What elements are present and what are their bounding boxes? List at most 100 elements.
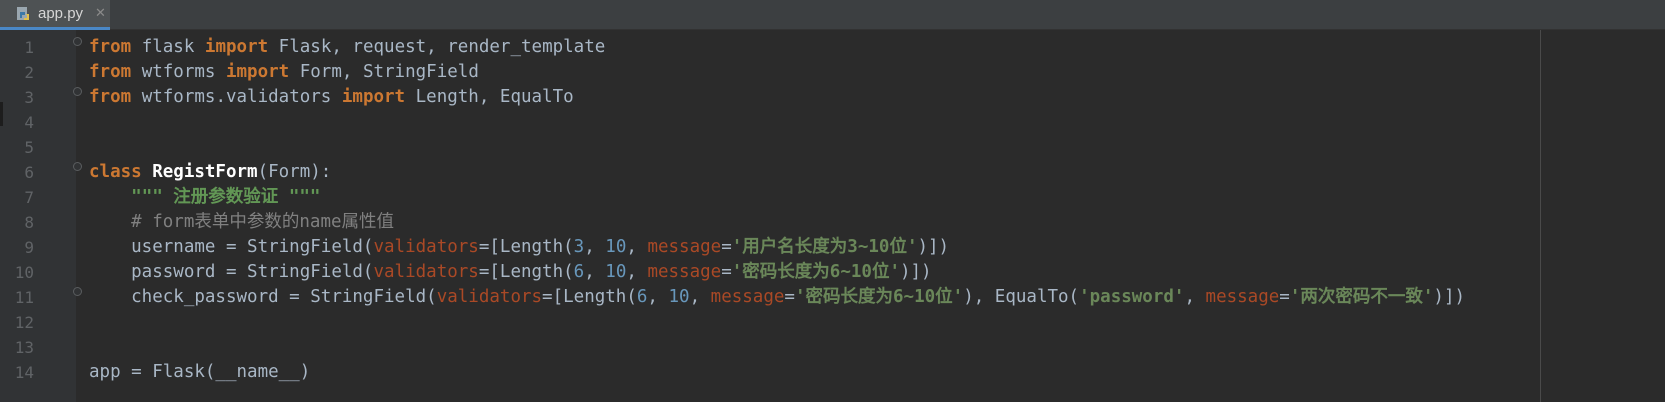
- code-token: =: [1279, 287, 1290, 307]
- line-number: 2: [24, 63, 34, 82]
- code-token: message: [1205, 287, 1280, 307]
- code-token: validators: [373, 237, 479, 257]
- close-icon[interactable]: ✕: [95, 6, 106, 21]
- code-token: # form表单中参数的name属性值: [131, 212, 395, 232]
- code-token: '密码长度为6~10位': [794, 287, 964, 307]
- code-line[interactable]: 8 # form表单中参数的name属性值: [0, 210, 1665, 235]
- code-text: # form表单中参数的name属性值: [89, 210, 394, 235]
- code-text: from flask import Flask, request, render…: [89, 35, 605, 60]
- fold-marker-icon[interactable]: [73, 87, 82, 96]
- code-text: app = Flask(__name__): [89, 360, 310, 385]
- code-editor[interactable]: 1 from flask import Flask, request, rende…: [0, 30, 1665, 402]
- line-number: 12: [14, 313, 34, 332]
- line-number: 11: [14, 288, 34, 307]
- code-line[interactable]: 7 """ 注册参数验证 """: [0, 185, 1665, 210]
- line-number: 14: [14, 363, 34, 382]
- code-line[interactable]: 13: [0, 335, 1665, 360]
- code-token: ,: [689, 287, 711, 307]
- tab-app-py[interactable]: app.py ✕: [0, 0, 110, 30]
- code-line[interactable]: 14 app = Flask(__name__): [0, 360, 1665, 385]
- code-token: ,: [1184, 287, 1206, 307]
- line-number: 5: [24, 138, 34, 157]
- code-token: from: [89, 87, 132, 107]
- code-text: check_password = StringField(validators=…: [89, 285, 1465, 310]
- code-token: message: [647, 262, 722, 282]
- code-token: flask: [131, 37, 205, 57]
- code-token: =: [784, 287, 795, 307]
- code-token: 3: [573, 237, 585, 257]
- code-token: class: [89, 162, 153, 182]
- code-token: validators: [436, 287, 543, 307]
- code-token: import: [204, 37, 269, 57]
- code-token: )]): [899, 262, 932, 282]
- code-token: ), EqualTo(: [963, 287, 1080, 307]
- code-token: """ 注册参数验证 """: [131, 187, 321, 207]
- line-number: 8: [24, 213, 34, 232]
- code-token: 6: [573, 262, 585, 282]
- code-line[interactable]: 10 password = StringField(validators=[Le…: [0, 260, 1665, 285]
- code-line[interactable]: 1 from flask import Flask, request, rende…: [0, 35, 1665, 60]
- code-token: =[Length(: [478, 237, 574, 257]
- code-token: )]): [917, 237, 950, 257]
- code-text: username = StringField(validators=[Lengt…: [89, 235, 949, 260]
- code-token: ,: [647, 287, 669, 307]
- code-token: ,: [626, 262, 648, 282]
- code-token: Flask, request, render_template: [268, 37, 606, 57]
- fold-marker-icon[interactable]: [73, 162, 82, 171]
- line-number: 10: [14, 263, 34, 282]
- line-number: 9: [24, 238, 34, 257]
- code-line[interactable]: 2 from wtforms import Form, StringField: [0, 60, 1665, 85]
- code-token: wtforms.validators: [131, 87, 342, 107]
- fold-marker-icon[interactable]: [73, 37, 82, 46]
- code-line[interactable]: 4: [0, 110, 1665, 135]
- tab-title: app.py: [38, 5, 84, 22]
- code-token: from: [89, 37, 132, 57]
- code-token: =: [721, 262, 732, 282]
- code-text: password = StringField(validators=[Lengt…: [89, 260, 932, 285]
- code-token: ,: [584, 262, 606, 282]
- code-token: import: [225, 62, 290, 82]
- code-token: password = StringField(: [89, 262, 374, 282]
- code-token: message: [647, 237, 722, 257]
- code-text: from wtforms import Form, StringField: [89, 60, 479, 85]
- code-line[interactable]: 11 check_password = StringField(validato…: [0, 285, 1665, 310]
- line-number: 13: [14, 338, 34, 357]
- code-token: =[Length(: [542, 287, 637, 307]
- code-text: from wtforms.validators import Length, E…: [89, 85, 574, 110]
- code-token: 10: [605, 262, 627, 282]
- line-number: 1: [24, 38, 34, 57]
- code-token: 6: [636, 287, 648, 307]
- code-token: Length, EqualTo: [405, 87, 574, 107]
- code-text: class RegistForm(Form):: [89, 160, 331, 185]
- code-token: 10: [668, 287, 690, 307]
- code-token: app = Flask(__name__): [89, 362, 311, 382]
- code-token: from: [89, 62, 132, 82]
- code-token: '两次密码不一致': [1289, 287, 1434, 307]
- code-token: message: [710, 287, 785, 307]
- code-token: 'password': [1079, 287, 1185, 307]
- code-line[interactable]: 5: [0, 135, 1665, 160]
- line-number: 6: [24, 163, 34, 182]
- fold-marker-icon[interactable]: [73, 287, 82, 296]
- code-text: """ 注册参数验证 """: [89, 185, 320, 210]
- editor-tab-bar: app.py ✕: [0, 0, 1665, 30]
- python-file-icon: [16, 6, 32, 22]
- code-token: '密码长度为6~10位': [731, 262, 900, 282]
- code-token: '用户名长度为3~10位': [731, 237, 918, 257]
- code-token: 10: [605, 237, 627, 257]
- code-token: =: [721, 237, 732, 257]
- code-line[interactable]: 12: [0, 310, 1665, 335]
- code-token: check_password = StringField(: [89, 287, 437, 307]
- code-token: RegistForm: [152, 162, 258, 182]
- line-number: 4: [24, 113, 34, 132]
- code-token: =[Length(: [478, 262, 574, 282]
- code-line[interactable]: 6 class RegistForm(Form):: [0, 160, 1665, 185]
- code-line[interactable]: 9 username = StringField(validators=[Len…: [0, 235, 1665, 260]
- code-token: Form, StringField: [289, 62, 479, 82]
- code-line[interactable]: 3 from wtforms.validators import Length, …: [0, 85, 1665, 110]
- code-token: validators: [373, 262, 479, 282]
- code-token: ,: [626, 237, 648, 257]
- code-token: import: [341, 87, 406, 107]
